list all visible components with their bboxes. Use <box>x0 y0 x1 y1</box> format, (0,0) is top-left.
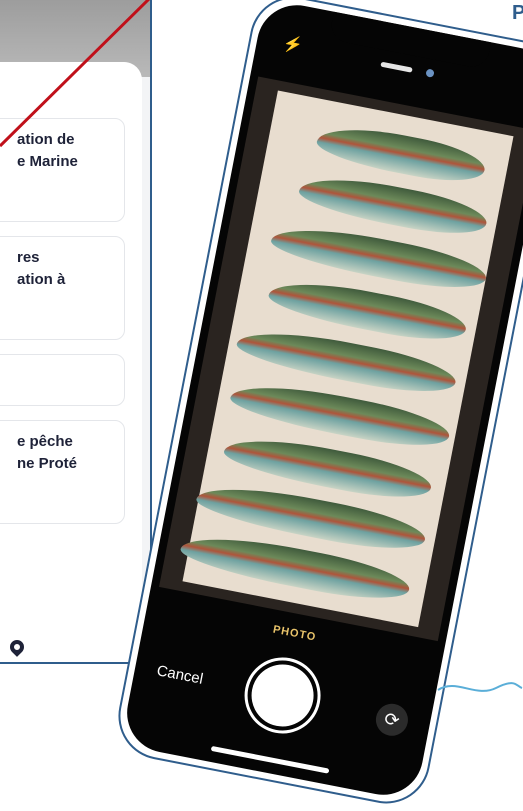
speaker <box>380 61 413 73</box>
flip-camera-icon[interactable]: ⟳ <box>373 701 411 739</box>
cancel-button[interactable]: Cancel <box>155 662 204 688</box>
camera-dot <box>425 68 435 78</box>
page-corner-letter: P <box>512 2 523 24</box>
flash-icon[interactable]: ⚡ <box>281 33 304 56</box>
shutter-button[interactable] <box>246 659 319 732</box>
decorative-wave <box>437 682 523 692</box>
